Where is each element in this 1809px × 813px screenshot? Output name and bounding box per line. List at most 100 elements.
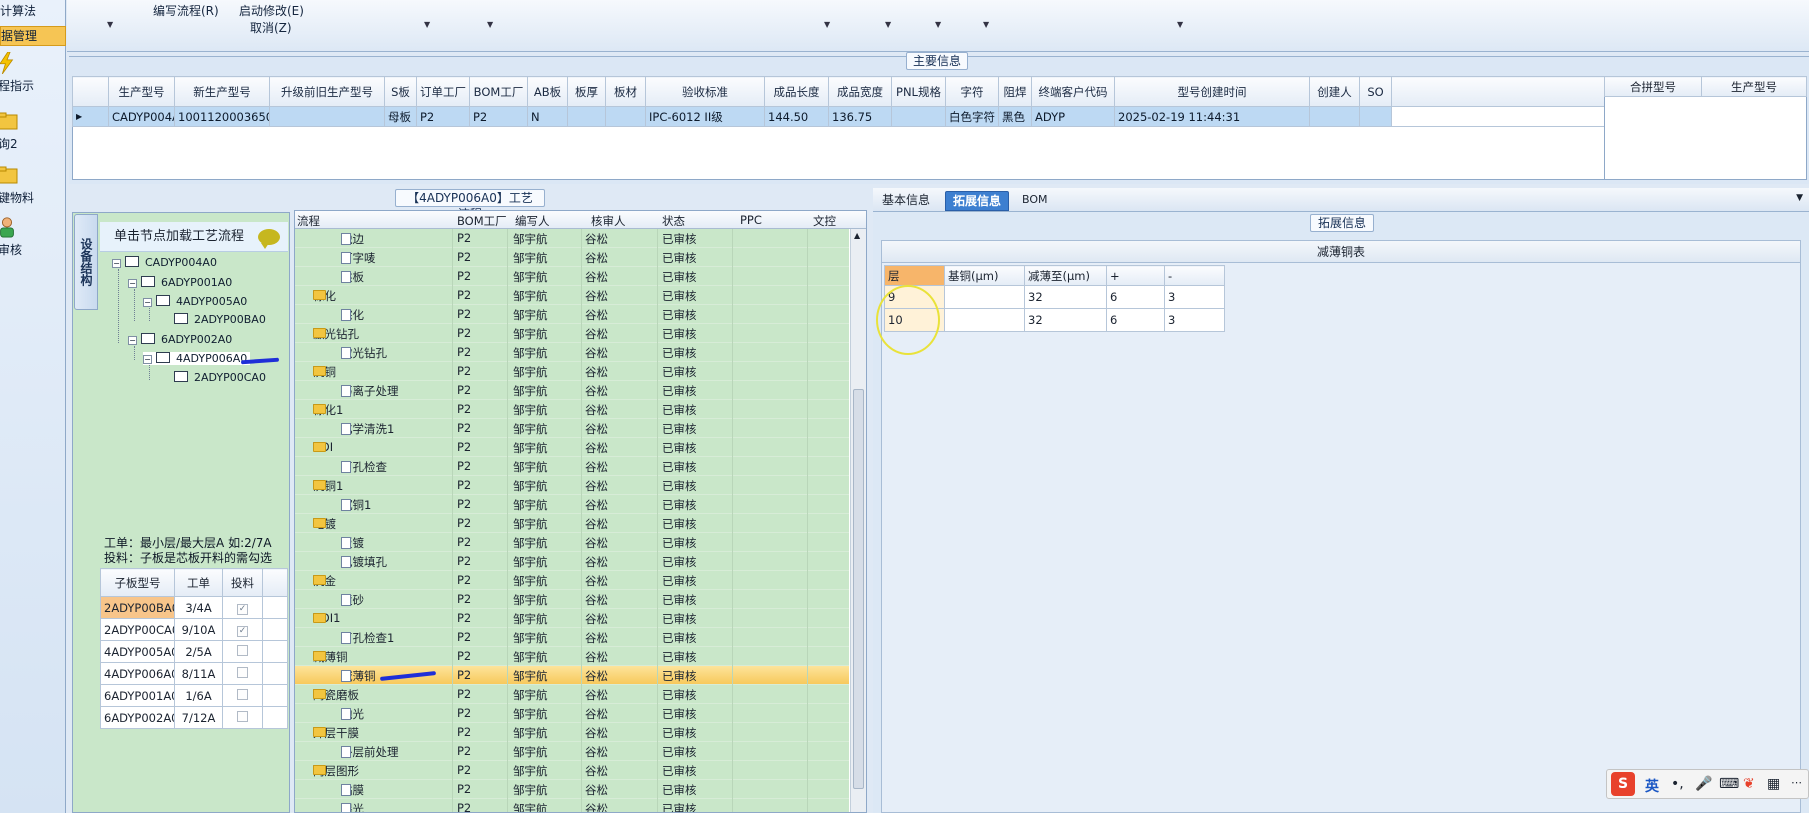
process-row[interactable]: −减薄铜 P2 邹宇航 谷松 已审核: [295, 647, 849, 666]
process-name-cell[interactable]: 外层前处理: [341, 744, 399, 760]
bom-factory-cell[interactable]: P2: [457, 402, 471, 416]
process-name-cell[interactable]: 电镀填孔: [341, 554, 387, 570]
keyboard-icon[interactable]: ⌨: [1719, 776, 1739, 792]
table-row[interactable]: 6ADYP001A0 1/6A: [100, 684, 288, 707]
writer-cell[interactable]: 邹宇航: [513, 478, 548, 494]
column-header[interactable]: PNL规格: [891, 76, 946, 107]
process-name-cell[interactable]: −陶瓷磨板: [313, 687, 359, 703]
column-header[interactable]: 子板型号: [100, 568, 175, 597]
process-row[interactable]: −AOI P2 邹宇航 谷松 已审核: [295, 438, 849, 457]
table-cell[interactable]: P2: [469, 106, 528, 127]
node-checkbox[interactable]: [125, 256, 139, 267]
reviewer-cell[interactable]: 谷松: [585, 516, 608, 532]
collapse-icon[interactable]: −: [128, 336, 137, 345]
process-row[interactable]: −棕化1 P2 邹宇航 谷松 已审核: [295, 400, 849, 419]
reviewer-cell[interactable]: 谷松: [585, 649, 608, 665]
table-row[interactable]: 2ADYP00BA0 3/4A ✓: [100, 596, 288, 619]
tree-node-selected[interactable]: − 4ADYP006A0: [143, 352, 251, 365]
column-header[interactable]: +: [1106, 265, 1165, 286]
writer-cell[interactable]: 邹宇航: [513, 269, 548, 285]
table-cell[interactable]: 9/10A: [174, 618, 223, 641]
table-cell[interactable]: [944, 308, 1025, 332]
reviewer-cell[interactable]: 谷松: [585, 383, 608, 399]
bom-factory-cell[interactable]: P2: [457, 592, 471, 606]
table-cell[interactable]: [567, 106, 606, 127]
bom-factory-cell[interactable]: P2: [457, 364, 471, 378]
process-name-cell[interactable]: −AOI1: [313, 611, 340, 625]
status-cell[interactable]: 已审核: [662, 782, 697, 798]
bom-factory-cell[interactable]: P2: [457, 535, 471, 549]
process-row[interactable]: −棕化 P2 邹宇航 谷松 已审核: [295, 286, 849, 305]
process-name-cell[interactable]: −沉金: [313, 573, 336, 589]
process-row[interactable]: 沉铜1 P2 邹宇航 谷松 已审核: [295, 495, 849, 514]
status-cell[interactable]: 已审核: [662, 307, 697, 323]
table-cell[interactable]: [269, 106, 385, 127]
dropdown-arrow-icon[interactable]: ▼: [824, 20, 830, 29]
feed-checkbox[interactable]: [237, 688, 248, 700]
table-cell[interactable]: 7/12A: [174, 706, 223, 729]
process-name-cell[interactable]: −减薄铜: [313, 649, 348, 665]
table-cell[interactable]: N: [527, 106, 568, 127]
writer-cell[interactable]: 邹宇航: [513, 497, 548, 513]
table-cell[interactable]: 1/6A: [174, 684, 223, 707]
writer-cell[interactable]: 邹宇航: [513, 231, 548, 247]
writer-cell[interactable]: 邹宇航: [513, 725, 548, 741]
writer-cell[interactable]: 邹宇航: [513, 326, 548, 342]
column-header[interactable]: 投料: [222, 568, 263, 597]
status-cell[interactable]: 已审核: [662, 668, 697, 684]
feed-checkbox[interactable]: [237, 666, 248, 678]
feed-cell[interactable]: [222, 706, 263, 729]
process-name-cell[interactable]: 曝光: [341, 801, 364, 812]
dropdown-arrow-icon[interactable]: ▼: [424, 20, 430, 29]
reviewer-cell[interactable]: 谷松: [585, 440, 608, 456]
process-row[interactable]: −沉铜1 P2 邹宇航 谷松 已审核: [295, 476, 849, 495]
process-row[interactable]: 抛光 P2 邹宇航 谷松 已审核: [295, 704, 849, 723]
toolbox-icon[interactable]: ▦: [1767, 776, 1780, 792]
bom-factory-cell[interactable]: P2: [457, 763, 471, 777]
process-name-cell[interactable]: −电镀: [313, 516, 336, 532]
reviewer-cell[interactable]: 谷松: [585, 554, 608, 570]
feed-cell[interactable]: ✓: [222, 596, 263, 619]
writer-cell[interactable]: 邹宇航: [513, 364, 548, 380]
writer-cell[interactable]: 邹宇航: [513, 744, 548, 760]
table-cell[interactable]: 2ADYP00CA0: [100, 618, 175, 641]
bom-factory-cell[interactable]: P2: [457, 782, 471, 796]
column-header[interactable]: 终端客户代码: [1031, 76, 1115, 107]
bom-factory-cell[interactable]: P2: [457, 706, 471, 720]
write-process-button[interactable]: 编写流程(R): [153, 2, 219, 19]
status-cell[interactable]: 已审核: [662, 592, 697, 608]
writer-cell[interactable]: 邹宇航: [513, 440, 548, 456]
process-name-cell[interactable]: 棕化: [341, 307, 364, 323]
process-row[interactable]: 化学清洗1 P2 邹宇航 谷松 已审核: [295, 419, 849, 438]
reviewer-cell[interactable]: 谷松: [585, 706, 608, 722]
bom-factory-cell[interactable]: P2: [457, 269, 471, 283]
dropdown-arrow-icon[interactable]: ▼: [983, 20, 989, 29]
writer-cell[interactable]: 邹宇航: [513, 782, 548, 798]
process-row[interactable]: 电镀填孔 P2 邹宇航 谷松 已审核: [295, 552, 849, 571]
table-cell[interactable]: [944, 285, 1025, 309]
process-row[interactable]: 棕化 P2 邹宇航 谷松 已审核: [295, 305, 849, 324]
table-cell[interactable]: IPC-6012 II级: [645, 106, 765, 127]
column-header[interactable]: 工单: [174, 568, 223, 597]
ime-lang-toggle[interactable]: 英: [1645, 776, 1659, 796]
status-cell[interactable]: 已审核: [662, 573, 697, 589]
reviewer-cell[interactable]: 谷松: [585, 687, 608, 703]
feed-cell[interactable]: [222, 662, 263, 685]
collapse-icon[interactable]: −: [143, 298, 152, 307]
column-header[interactable]: 编写人: [515, 213, 550, 229]
feed-cell[interactable]: [222, 640, 263, 663]
column-header[interactable]: 基铜(μm): [944, 265, 1025, 286]
process-name-cell[interactable]: 板镀: [341, 535, 364, 551]
table-cell[interactable]: 6ADYP002A0: [100, 706, 175, 729]
status-cell[interactable]: 已审核: [662, 554, 697, 570]
writer-cell[interactable]: 邹宇航: [513, 573, 548, 589]
writer-cell[interactable]: 邹宇航: [513, 421, 548, 437]
process-row[interactable]: 板镀 P2 邹宇航 谷松 已审核: [295, 533, 849, 552]
status-cell[interactable]: 已审核: [662, 706, 697, 722]
table-cell[interactable]: [891, 106, 946, 127]
column-header[interactable]: 板厚: [567, 76, 606, 107]
bom-factory-cell[interactable]: P2: [457, 497, 471, 511]
bom-factory-cell[interactable]: P2: [457, 478, 471, 492]
column-header[interactable]: 核审人: [591, 213, 626, 229]
bom-factory-cell[interactable]: P2: [457, 725, 471, 739]
